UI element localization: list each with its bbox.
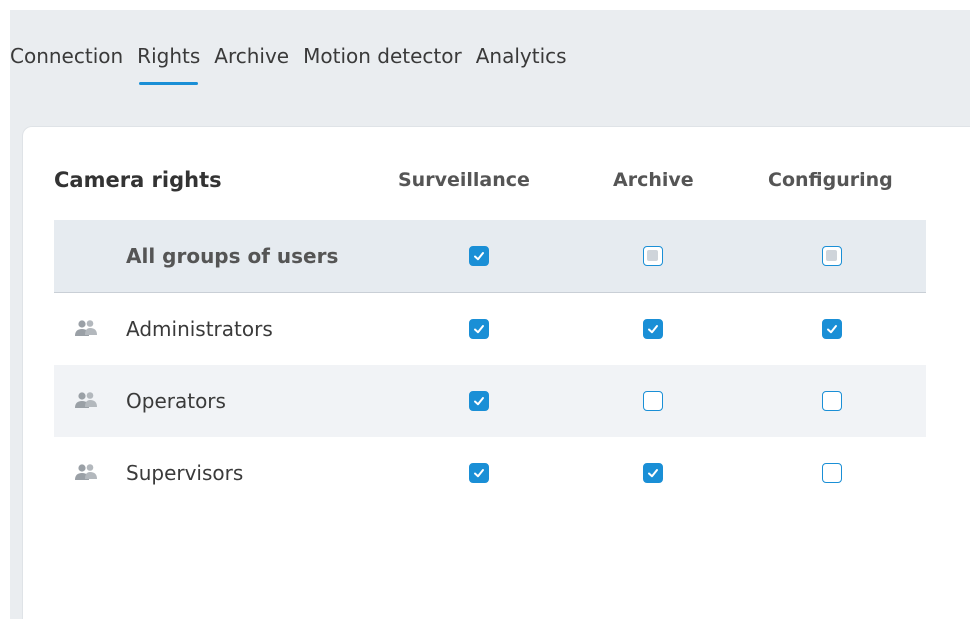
archive-checkbox[interactable] [643, 463, 663, 483]
column-header-archive: Archive [613, 169, 694, 191]
user-group-icon [75, 392, 97, 408]
tab-connection[interactable]: Connection [10, 44, 123, 68]
checkmark-icon [648, 325, 658, 334]
row-label: Administrators [126, 317, 273, 341]
row-supervisors: Supervisors [54, 437, 926, 509]
surveillance-checkbox[interactable] [469, 319, 489, 339]
column-header-configuring: Configuring [768, 169, 893, 191]
surveillance-checkbox[interactable] [469, 246, 489, 266]
user-group-icon [75, 464, 97, 480]
row-label: Supervisors [126, 461, 244, 485]
checkmark-icon [648, 469, 658, 478]
checkmark-icon [827, 325, 837, 334]
checkmark-icon [474, 252, 484, 261]
surveillance-checkbox[interactable] [469, 391, 489, 411]
checkmark-icon [474, 325, 484, 334]
configuring-checkbox[interactable] [822, 319, 842, 339]
surveillance-checkbox[interactable] [469, 463, 489, 483]
tab-motion-detector[interactable]: Motion detector [303, 44, 462, 68]
archive-checkbox[interactable] [643, 319, 663, 339]
row-label: All groups of users [126, 244, 339, 268]
checkmark-icon [474, 397, 484, 406]
configuring-checkbox[interactable] [822, 246, 842, 266]
configuring-checkbox[interactable] [822, 463, 842, 483]
tab-bar: Connection Rights Archive Motion detecto… [10, 44, 581, 85]
column-header-surveillance: Surveillance [398, 169, 530, 191]
checkmark-icon [474, 469, 484, 478]
tab-analytics[interactable]: Analytics [476, 44, 567, 68]
row-all-groups: All groups of users [54, 220, 926, 293]
camera-rights-title: Camera rights [54, 168, 222, 192]
tab-rights[interactable]: Rights [137, 44, 200, 85]
tab-archive[interactable]: Archive [214, 44, 289, 68]
user-group-icon [75, 320, 97, 336]
archive-checkbox[interactable] [643, 391, 663, 411]
row-administrators: Administrators [54, 293, 926, 365]
archive-checkbox[interactable] [643, 246, 663, 266]
row-operators: Operators [54, 365, 926, 437]
row-label: Operators [126, 389, 226, 413]
configuring-checkbox[interactable] [822, 391, 842, 411]
